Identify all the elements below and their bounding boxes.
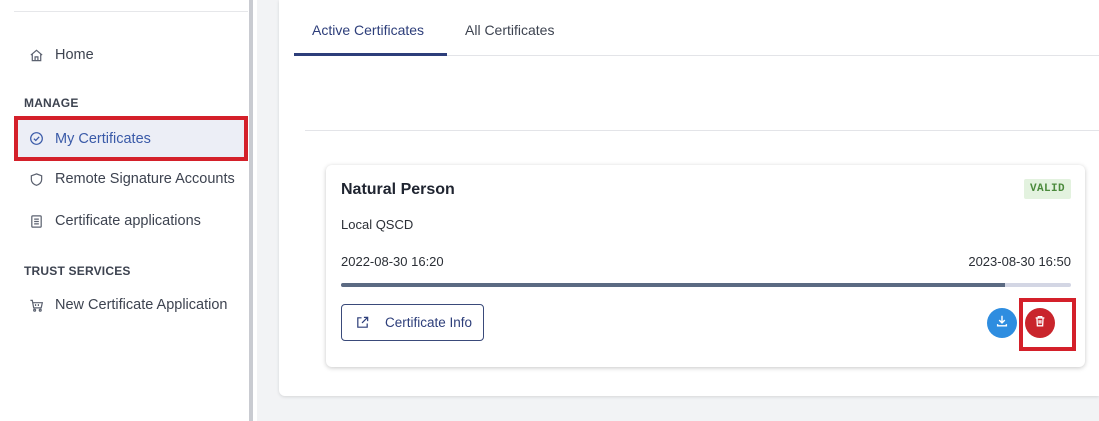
button-label: Certificate Info — [385, 315, 473, 330]
download-icon — [995, 314, 1009, 333]
download-button[interactable] — [987, 308, 1017, 338]
section-label-manage: MANAGE — [24, 96, 79, 110]
tab-active-certificates[interactable]: Active Certificates — [312, 22, 424, 56]
sidebar-item-label: Remote Signature Accounts — [55, 171, 235, 187]
trash-icon — [1033, 314, 1047, 333]
certificate-card: Natural Person VALID Local QSCD 2022-08-… — [326, 165, 1085, 367]
sidebar-item-label: My Certificates — [55, 130, 151, 147]
sidebar-item-home[interactable]: Home — [14, 37, 248, 73]
sidebar-item-my-certificates[interactable]: My Certificates — [14, 116, 248, 161]
sidebar: Home MANAGE My Certificates Remote Signa… — [0, 0, 253, 421]
cart-icon — [28, 297, 44, 313]
sidebar-item-label: Home — [55, 47, 94, 63]
external-link-icon — [355, 315, 371, 331]
sidebar-item-remote-signature-accounts[interactable]: Remote Signature Accounts — [14, 161, 248, 197]
valid-to-date: 2023-08-30 16:50 — [968, 254, 1071, 269]
sidebar-item-new-certificate-application[interactable]: New Certificate Application — [14, 287, 248, 323]
certificate-subtitle: Local QSCD — [341, 217, 414, 232]
valid-from-date: 2022-08-30 16:20 — [341, 254, 444, 269]
certificate-tabs: Active Certificates All Certificates — [294, 22, 1099, 56]
tab-label: All Certificates — [465, 22, 555, 38]
home-icon — [28, 47, 44, 63]
sidebar-item-certificate-applications[interactable]: Certificate applications — [14, 203, 248, 239]
tab-label: Active Certificates — [312, 22, 425, 38]
sidebar-item-label: Certificate applications — [55, 213, 201, 229]
validity-progress-bar — [341, 283, 1071, 287]
document-list-icon — [28, 213, 44, 229]
shield-icon — [28, 171, 44, 187]
certificate-title: Natural Person — [341, 181, 455, 198]
delete-button[interactable] — [1025, 308, 1055, 338]
check-circle-icon — [28, 131, 44, 147]
sidebar-item-label: New Certificate Application — [55, 297, 228, 313]
status-badge: VALID — [1023, 179, 1071, 199]
validity-progress-fill — [341, 283, 1006, 287]
content-divider — [305, 130, 1099, 131]
tab-all-certificates[interactable]: All Certificates — [465, 22, 554, 56]
active-tab-indicator — [294, 53, 447, 56]
certificate-info-button[interactable]: Certificate Info — [341, 304, 484, 341]
section-label-trust-services: TRUST SERVICES — [24, 264, 131, 278]
sidebar-divider — [14, 11, 248, 12]
